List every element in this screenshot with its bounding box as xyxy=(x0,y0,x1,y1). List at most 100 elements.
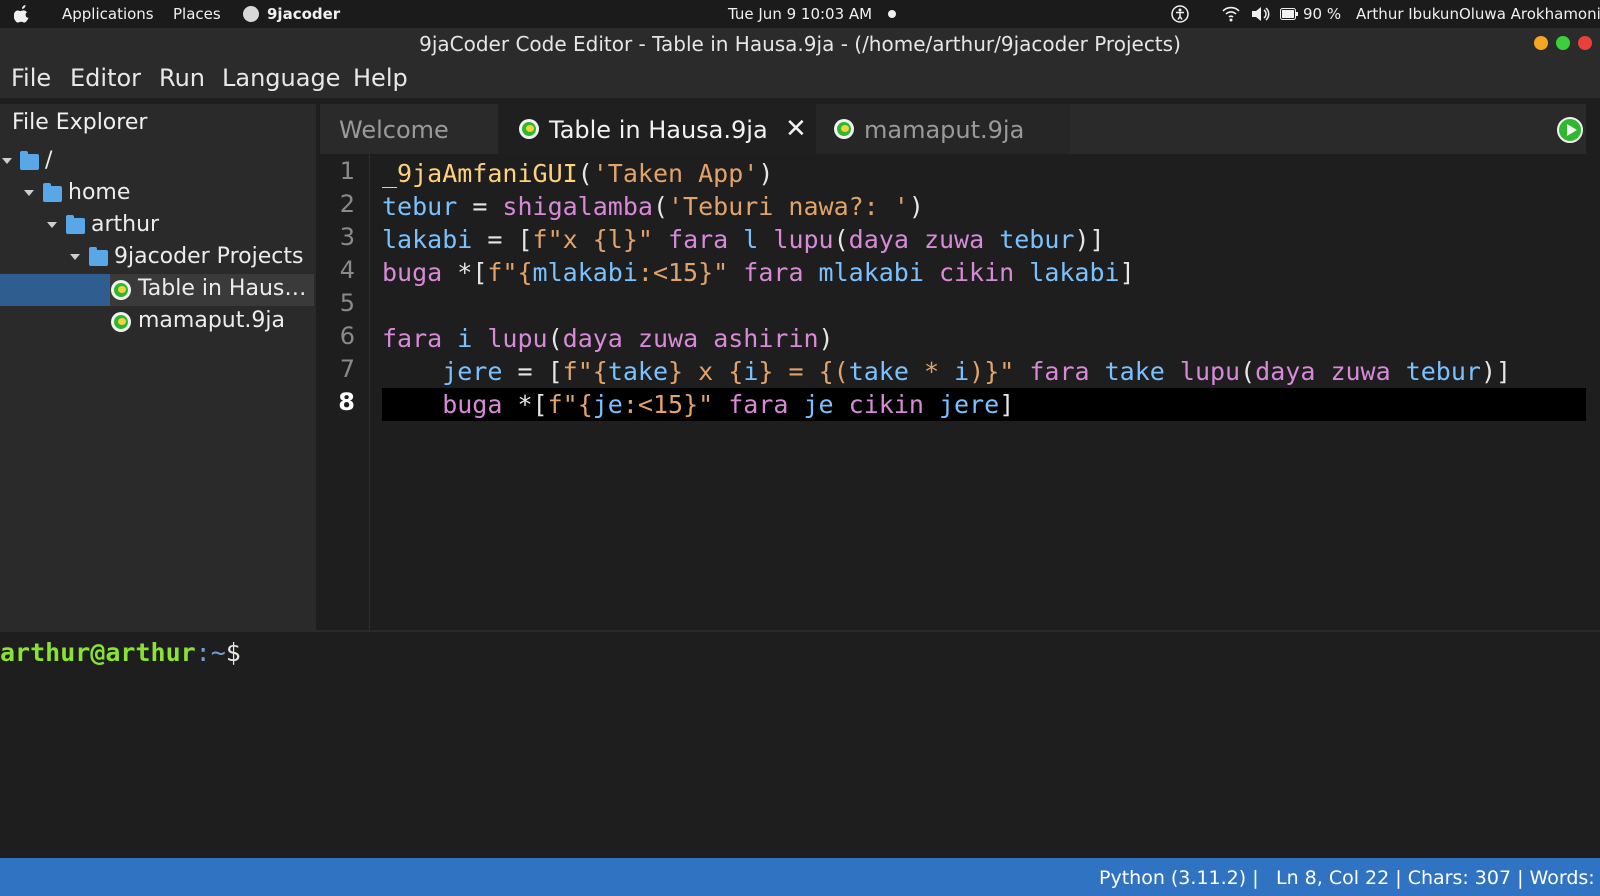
selection-highlight xyxy=(0,274,110,306)
code-token: i xyxy=(442,324,488,353)
code-line[interactable]: buga *[f"{mlakabi:<15}" fara mlakabi cik… xyxy=(382,256,1135,289)
code-token: } xyxy=(758,357,774,386)
code-token: l xyxy=(743,225,759,254)
chevron-down-icon[interactable] xyxy=(2,158,12,164)
menu-language[interactable]: Language xyxy=(222,64,340,92)
code-token: je xyxy=(592,390,623,419)
menu-run[interactable]: Run xyxy=(159,64,205,92)
code-token: i xyxy=(743,357,759,386)
code-line[interactable]: lakabi = [f"x {l}" fara l lupu(daya zuwa… xyxy=(382,223,1105,256)
accessibility-icon[interactable] xyxy=(1171,5,1189,23)
chevron-down-icon[interactable] xyxy=(24,190,34,196)
code-line[interactable]: fara i lupu(daya zuwa ashirin) xyxy=(382,322,834,355)
code-token: fara xyxy=(652,225,744,254)
menu-bar: File Editor Run Language Help xyxy=(0,58,1600,98)
tab-table-in-hausa[interactable]: Table in Hausa.9ja ✕ xyxy=(498,104,816,154)
code-token: ) xyxy=(758,159,774,188)
volume-icon[interactable] xyxy=(1250,6,1270,22)
tree-item-label: 9jacoder Projects xyxy=(114,244,304,269)
tree-item-arthur[interactable]: arthur xyxy=(0,210,314,242)
code-token: mlakabi xyxy=(532,258,638,287)
clock[interactable]: Tue Jun 9 10:03 AM xyxy=(728,5,872,23)
code-token: i xyxy=(954,357,970,386)
code-token: _9jaAmfaniGUI xyxy=(382,159,578,188)
line-number-gutter: 1 2 3 4 5 6 7 8 xyxy=(320,154,370,630)
minimize-button[interactable] xyxy=(1534,36,1548,50)
system-panel: Applications Places 9jacoder Tue Jun 9 1… xyxy=(0,0,1600,28)
tree-item-table-in-hausa[interactable]: Table in Haus… xyxy=(0,274,314,306)
code-token: " xyxy=(698,390,714,419)
code-token: 'Teburi nawa?: ' xyxy=(668,192,909,221)
code-token: ashirin xyxy=(713,324,819,353)
code-token: * xyxy=(908,357,955,386)
file-explorer: File Explorer / home arthur 9jacoder Pro… xyxy=(0,104,316,630)
code-token: f"x xyxy=(532,225,593,254)
code-token: jere xyxy=(938,390,1000,419)
code-token: { xyxy=(577,390,593,419)
tab-label: mamaput.9ja xyxy=(864,116,1025,144)
prompt-sign: $ xyxy=(225,638,241,667)
places-menu[interactable]: Places xyxy=(173,5,221,23)
code-token: f" xyxy=(487,258,518,287)
tab-label: Welcome xyxy=(339,116,449,144)
wifi-icon[interactable] xyxy=(1222,6,1240,22)
tab-mamaput[interactable]: mamaput.9ja xyxy=(816,104,1070,154)
code-token: tebur xyxy=(999,225,1075,254)
active-app-name[interactable]: 9jacoder xyxy=(267,5,340,23)
status-language[interactable]: Python (3.11.2) | xyxy=(1099,867,1259,889)
menu-editor[interactable]: Editor xyxy=(70,64,141,92)
code-editor[interactable]: 12345678 _9jaAmfaniGUI('Taken App') tebur… xyxy=(320,154,1586,630)
menu-help[interactable]: Help xyxy=(353,64,408,92)
code-token: " xyxy=(999,357,1015,386)
tree-item-mamaput[interactable]: mamaput.9ja xyxy=(0,306,314,338)
apple-icon[interactable] xyxy=(14,5,30,23)
9ja-file-icon xyxy=(111,280,131,300)
tree-item-label: home xyxy=(68,180,131,205)
code-token: = xyxy=(773,357,819,386)
code-line[interactable]: _9jaAmfaniGUI('Taken App') xyxy=(382,157,773,190)
code-token: ( xyxy=(1240,357,1256,386)
code-token: } xyxy=(668,357,684,386)
tree-item-home[interactable]: home xyxy=(0,178,314,210)
code-line[interactable]: tebur = shigalamba('Teburi nawa?: ') xyxy=(382,190,924,223)
code-token: zuwa xyxy=(1315,357,1406,386)
line-number: 4 xyxy=(339,256,355,284)
code-token: jere xyxy=(382,357,503,386)
tab-welcome[interactable]: Welcome xyxy=(320,104,498,154)
code-token: mlakabi xyxy=(818,258,924,287)
code-line[interactable]: buga *[f"{je:<15}" fara je cikin jere] xyxy=(382,388,1586,421)
code-token: ] xyxy=(999,390,1015,419)
code-token: tebur xyxy=(382,192,458,221)
code-token: zuwa xyxy=(622,324,714,353)
code-token: lupu xyxy=(1164,357,1241,386)
status-position: Ln 8, Col 22 | Chars: 307 | Words: 47 xyxy=(1276,867,1600,889)
menu-file[interactable]: File xyxy=(11,64,51,92)
chevron-down-icon[interactable] xyxy=(47,222,57,228)
code-token: 'Taken App' xyxy=(592,159,759,188)
code-token: x xyxy=(683,357,729,386)
user-name[interactable]: Arthur IbukunOluwa Arokhamoni xyxy=(1356,5,1600,23)
code-token: :<15} xyxy=(637,258,714,287)
line-number: 6 xyxy=(339,322,355,350)
close-tab-icon[interactable]: ✕ xyxy=(785,114,807,144)
code-token: fara xyxy=(728,258,819,287)
line-number: 8 xyxy=(338,388,355,416)
run-button[interactable] xyxy=(1557,117,1583,143)
battery-icon[interactable] xyxy=(1280,8,1298,20)
battery-percent: 90 % xyxy=(1303,5,1342,23)
maximize-button[interactable] xyxy=(1556,36,1570,50)
code-token: )] xyxy=(1074,225,1105,254)
tree-item-root[interactable]: / xyxy=(0,146,314,178)
code-line[interactable]: jere = [f"{take} x {i} = {(take * i)}" f… xyxy=(382,355,1511,388)
terminal-prompt[interactable]: arthur@arthur:~$ xyxy=(0,638,241,667)
code-token: ) xyxy=(818,324,834,353)
tree-item-9jacoder-projects[interactable]: 9jacoder Projects xyxy=(0,242,314,274)
terminal-panel[interactable]: arthur@arthur:~$ xyxy=(0,630,1600,858)
close-window-button[interactable] xyxy=(1578,36,1592,50)
applications-menu[interactable]: Applications xyxy=(62,5,154,23)
code-token: = [ xyxy=(472,225,533,254)
chevron-down-icon[interactable] xyxy=(70,254,80,260)
code-token: ( xyxy=(577,159,593,188)
code-token: lakabi xyxy=(382,225,473,254)
code-token: cikin xyxy=(833,390,939,419)
